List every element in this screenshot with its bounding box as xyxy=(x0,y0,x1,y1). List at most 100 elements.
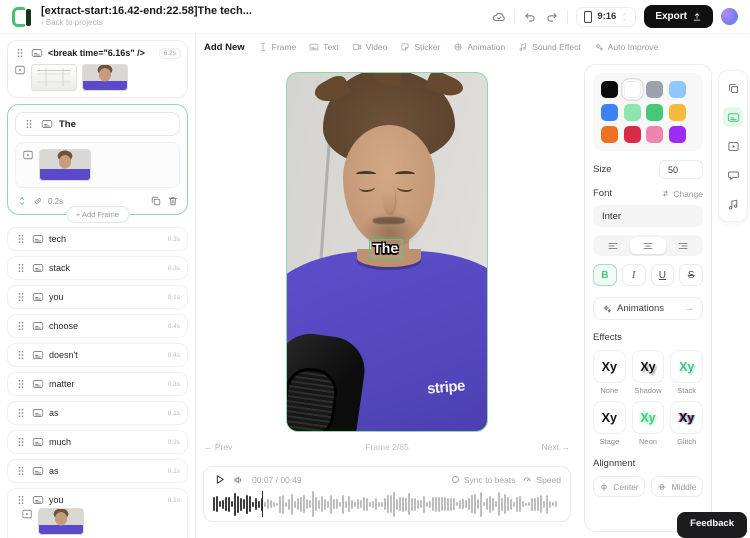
drag-handle-icon[interactable] xyxy=(15,320,27,332)
underline-button[interactable]: U xyxy=(651,264,675,286)
color-swatch[interactable] xyxy=(669,126,686,143)
change-font-button[interactable]: Change xyxy=(661,189,703,199)
media-panel-button[interactable] xyxy=(723,136,743,156)
effect-none[interactable]: XyNone xyxy=(593,350,626,395)
color-swatch[interactable] xyxy=(646,126,663,143)
list-item[interactable]: choose0.4s xyxy=(7,314,188,338)
caption-text[interactable]: The xyxy=(373,240,399,256)
toolbar-item-animation[interactable]: Animation xyxy=(453,42,505,52)
volume-icon[interactable] xyxy=(233,474,245,486)
drag-handle-icon[interactable] xyxy=(15,378,27,390)
add-frame-button[interactable]: + Add Frame xyxy=(66,206,129,223)
undo-icon[interactable] xyxy=(523,10,537,24)
caption-panel-button[interactable] xyxy=(723,107,743,127)
word-duration: 0.1s xyxy=(168,468,180,475)
feedback-button[interactable]: Feedback xyxy=(677,512,747,538)
bold-button[interactable]: B xyxy=(593,264,617,286)
drag-handle-icon[interactable] xyxy=(15,494,27,506)
animations-button[interactable]: Animations → xyxy=(593,297,703,320)
speed-control[interactable]: Speed xyxy=(522,475,561,485)
strikethrough-button[interactable]: S xyxy=(679,264,703,286)
add-new-button[interactable]: Add New xyxy=(204,42,245,53)
export-button[interactable]: Export xyxy=(644,5,713,28)
dialogue-panel-button[interactable] xyxy=(723,165,743,185)
align-right-button[interactable] xyxy=(666,237,701,254)
color-swatch[interactable] xyxy=(601,104,618,121)
list-item[interactable]: doesn't0.4s xyxy=(7,343,188,367)
effect-shadow[interactable]: XyShadow xyxy=(632,350,665,395)
frame-thumbnail-speaker[interactable] xyxy=(82,64,128,91)
color-swatch[interactable] xyxy=(669,104,686,121)
list-item[interactable]: matter0.3s xyxy=(7,372,188,396)
list-item[interactable]: tech0.3s xyxy=(7,227,188,251)
duplicate-icon[interactable] xyxy=(150,195,162,207)
color-swatch[interactable] xyxy=(624,81,641,98)
color-swatch[interactable] xyxy=(624,126,641,143)
color-swatch[interactable] xyxy=(601,81,618,98)
user-avatar[interactable] xyxy=(721,8,738,25)
toolbar-item-frame[interactable]: Frame xyxy=(258,42,297,52)
break-card[interactable]: <break time="6.16s" /> 6.2s xyxy=(7,40,188,98)
toolbar-item-text[interactable]: Text xyxy=(309,42,339,52)
drag-handle-icon[interactable] xyxy=(15,291,27,303)
list-item[interactable]: as0.1s xyxy=(7,459,188,483)
frame-thumbnail-speaker[interactable] xyxy=(39,149,91,181)
aspect-ratio-selector[interactable]: 9:16 xyxy=(576,7,636,27)
toolbar-item-sound-effect[interactable]: Sound Effect xyxy=(518,42,581,52)
align-center-button[interactable] xyxy=(630,237,665,254)
list-item[interactable]: you0.1s xyxy=(7,488,188,538)
back-to-projects-link[interactable]: ‹ Back to projects xyxy=(41,18,252,28)
toolbar-item-auto-improve[interactable]: Auto Improve xyxy=(594,42,659,52)
effect-stack[interactable]: XyStack xyxy=(670,350,703,395)
list-item[interactable]: you0.1s xyxy=(7,285,188,309)
caption-selection-box[interactable]: The xyxy=(369,239,403,259)
color-swatch[interactable] xyxy=(624,104,641,121)
drag-handle-icon[interactable] xyxy=(15,436,27,448)
align-center-horizontal-button[interactable]: Center xyxy=(593,476,645,497)
drag-handle-icon[interactable] xyxy=(15,407,27,419)
app-logo-icon[interactable] xyxy=(12,7,32,27)
sync-to-beats-toggle[interactable]: Sync to beats xyxy=(451,475,516,485)
frame-thumbnail-speaker[interactable] xyxy=(38,508,84,535)
video-preview[interactable]: stripe The xyxy=(286,72,488,432)
playhead[interactable] xyxy=(262,491,263,517)
trash-icon[interactable] xyxy=(167,195,179,207)
reorder-arrows-icon[interactable] xyxy=(16,195,28,207)
drag-handle-icon[interactable] xyxy=(23,118,35,130)
size-input[interactable]: 50 xyxy=(659,160,703,179)
toolbar-item-video[interactable]: Video xyxy=(352,42,388,52)
color-swatch[interactable] xyxy=(646,104,663,121)
drag-handle-icon[interactable] xyxy=(15,465,27,477)
drag-handle-icon[interactable] xyxy=(14,47,26,59)
selected-word-text[interactable]: The xyxy=(59,119,76,130)
effect-neon[interactable]: XyNeon xyxy=(632,401,665,446)
list-item[interactable]: much0.3s xyxy=(7,430,188,454)
font-family-field[interactable]: Inter xyxy=(593,205,703,227)
color-swatch[interactable] xyxy=(601,126,618,143)
align-middle-vertical-button[interactable]: Middle xyxy=(651,476,703,497)
color-swatch[interactable] xyxy=(669,81,686,98)
drag-handle-icon[interactable] xyxy=(15,233,27,245)
play-button[interactable] xyxy=(213,473,226,486)
list-item[interactable]: stack0.3s xyxy=(7,256,188,280)
drag-handle-icon[interactable] xyxy=(15,349,27,361)
effect-glitch[interactable]: XyGlitch xyxy=(670,401,703,446)
cloud-sync-icon[interactable] xyxy=(492,10,506,24)
selected-word-card[interactable]: The 0.2s + Add Frame xyxy=(7,104,188,215)
music-panel-button[interactable] xyxy=(723,194,743,214)
frame-thumbnail-whiteboard[interactable] xyxy=(31,64,77,91)
drag-handle-icon[interactable] xyxy=(15,262,27,274)
layers-panel-button[interactable] xyxy=(723,78,743,98)
align-left-button[interactable] xyxy=(595,237,630,254)
redo-icon[interactable] xyxy=(545,10,559,24)
aspect-ratio-stepper[interactable] xyxy=(621,12,628,22)
italic-button[interactable]: I xyxy=(622,264,646,286)
prev-frame-button[interactable]: ← Prev xyxy=(204,442,232,452)
list-item[interactable]: as0.1s xyxy=(7,401,188,425)
effect-stage[interactable]: XyStage xyxy=(593,401,626,446)
toolbar-item-sticker[interactable]: Sticker xyxy=(400,42,440,52)
project-title[interactable]: [extract-start:16.42-end:22.58]The tech.… xyxy=(41,5,252,18)
color-swatch[interactable] xyxy=(646,81,663,98)
next-frame-button[interactable]: Next → xyxy=(542,442,570,452)
audio-waveform[interactable] xyxy=(213,491,561,517)
